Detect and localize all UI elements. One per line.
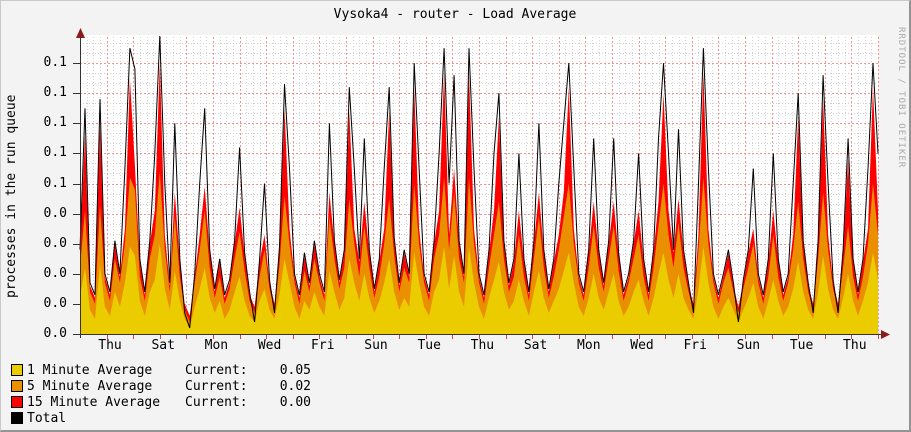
y-tick-label: 0.0 [43,205,67,221]
y-tick-label: 0.1 [43,85,67,101]
x-tick-label: Fri [311,338,335,353]
legend-label: 1 Minute Average [27,362,153,378]
x-tick-label: Thu [98,338,122,353]
legend-label: 5 Minute Average [27,378,153,394]
legend-row: Total [11,410,311,426]
legend-current-value: 0.02 [279,378,311,394]
x-tick-label: Sat [523,338,548,353]
x-tick-label: Thu [843,338,867,353]
y-tick-label: 0.0 [43,265,67,281]
legend-row: 5 Minute Average Current: 0.02 [11,378,311,394]
x-tick-label: Sun [364,338,388,353]
x-axis-arrow [881,330,890,339]
legend-swatch [11,364,23,376]
legend-current-label: Current: [185,378,248,394]
y-tick-label: 0.1 [43,55,67,71]
x-tick-label: Fri [683,338,707,353]
y-tick-label: 0.1 [43,145,67,161]
y-tick-label: 0.0 [43,235,67,251]
rrd-graph-frame: Vysoka4 - router - Load Average processe… [0,0,911,432]
legend-current-label: Current: [185,394,248,410]
y-tick-label: 0.0 [43,326,67,341]
y-tick-label: 0.1 [43,115,67,131]
legend-swatch [11,396,23,408]
y-axis-ticks [73,63,80,335]
x-tick-label: Sun [736,338,761,353]
legend-row: 1 Minute Average Current: 0.05 [11,362,311,378]
x-tick-label: Wed [257,338,282,353]
legend-current-value: 0.05 [279,362,311,378]
legend-swatch [11,380,23,392]
x-tick-label: Thu [470,338,495,353]
x-tick-label: Tue [789,338,814,353]
legend-label: 15 Minute Average [27,394,161,410]
x-tick-label: Sat [151,338,175,353]
x-tick-label: Wed [630,338,654,353]
x-tick-label: Tue [417,338,441,353]
legend: 1 Minute Average Current: 0.05 5 Minute Ave… [11,362,311,426]
legend-row: 15 Minute Average Current: 0.00 [11,394,311,410]
legend-current-value: 0.00 [279,394,311,410]
y-axis-arrow [76,28,85,38]
y-tick-label: 0.0 [43,295,67,311]
x-tick-label: Mon [204,338,229,353]
y-tick-label: 0.1 [43,175,67,191]
legend-label: Total [27,410,67,426]
legend-swatch [11,412,23,424]
x-tick-label: Mon [577,338,601,353]
legend-current-label: Current: [185,362,248,378]
